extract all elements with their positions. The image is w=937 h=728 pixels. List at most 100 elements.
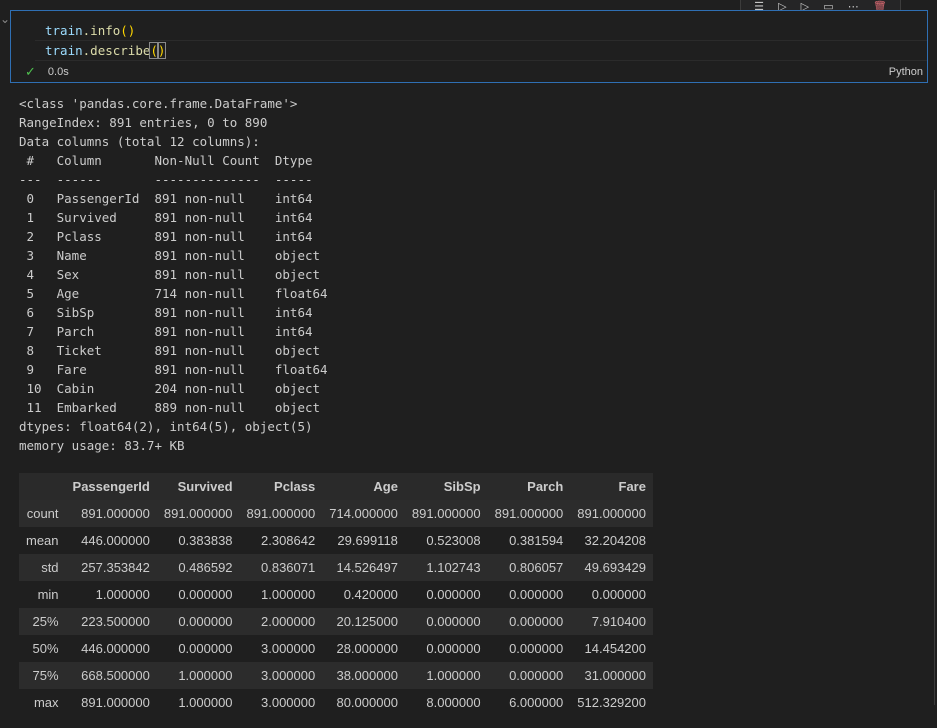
table-cell: 3.000000	[239, 662, 323, 689]
code-paren-open: (	[149, 42, 159, 59]
table-header-row: PassengerId Survived Pclass Age SibSp Pa…	[19, 473, 653, 500]
table-cell: 891.000000	[239, 500, 323, 527]
code-object: train	[45, 43, 83, 58]
code-parens: ()	[120, 23, 136, 38]
table-cell: 891.000000	[65, 500, 157, 527]
row-label: min	[19, 581, 66, 608]
column-header: Pclass	[239, 473, 323, 500]
code-line[interactable]: train.describe()	[35, 40, 927, 61]
table-cell: 0.000000	[487, 581, 571, 608]
table-row: mean 446.000000 0.383838 2.308642 29.699118 0…	[19, 527, 653, 554]
table-cell: 2.000000	[239, 608, 323, 635]
table-cell: 0.000000	[156, 608, 240, 635]
table-row: count 891.000000 891.000000 891.000000 714.0…	[19, 500, 653, 527]
code-line[interactable]: train.info()	[35, 21, 927, 40]
code-editor[interactable]: train.info() train.describe()	[35, 21, 927, 61]
code-paren-close: )	[156, 42, 167, 59]
code-cell[interactable]: train.info() train.describe() ✓ 0.0s Pyt…	[10, 10, 928, 83]
table-cell: 1.000000	[65, 581, 157, 608]
table-cell: 0.000000	[487, 635, 571, 662]
table-cell: 668.500000	[65, 662, 157, 689]
table-cell: 223.500000	[65, 608, 157, 635]
table-cell: 3.000000	[239, 635, 323, 662]
table-cell: 0.000000	[156, 635, 240, 662]
row-label: count	[19, 500, 66, 527]
table-cell: 0.000000	[404, 608, 488, 635]
table-cell: 1.000000	[156, 689, 240, 716]
table-cell: 0.000000	[487, 662, 571, 689]
table-cell: 3.000000	[239, 689, 323, 716]
column-header: Survived	[156, 473, 240, 500]
cell-status-bar: ✓ 0.0s Python	[25, 62, 923, 82]
table-cell: 0.000000	[487, 608, 571, 635]
table-cell: 0.420000	[322, 581, 405, 608]
table-cell: 80.000000	[322, 689, 405, 716]
table-cell: 446.000000	[65, 635, 157, 662]
code-function: .describe	[82, 43, 151, 58]
table-cell: 1.102743	[404, 554, 488, 581]
table-row: min 1.000000 0.000000 1.000000 0.420000 0.000…	[19, 581, 653, 608]
row-label: max	[19, 689, 66, 716]
table-cell: 0.381594	[487, 527, 571, 554]
table-cell: 1.000000	[156, 662, 240, 689]
table-cell: 0.523008	[404, 527, 488, 554]
table-cell: 891.000000	[570, 500, 653, 527]
table-cell: 29.699118	[322, 527, 405, 554]
column-header: Age	[322, 473, 405, 500]
table-cell: 7.910400	[570, 608, 653, 635]
table-cell: 891.000000	[65, 689, 157, 716]
table-row: 75% 668.500000 1.000000 3.000000 38.000000 1.…	[19, 662, 653, 689]
table-row: 25% 223.500000 0.000000 2.000000 20.125000 0.…	[19, 608, 653, 635]
table-cell: 31.000000	[570, 662, 653, 689]
table-cell: 38.000000	[322, 662, 405, 689]
language-label[interactable]: Python	[889, 66, 923, 78]
table-cell: 20.125000	[322, 608, 405, 635]
table-cell: 0.000000	[404, 635, 488, 662]
table-cell: 32.204208	[570, 527, 653, 554]
table-cell: 14.454200	[570, 635, 653, 662]
table-cell: 714.000000	[322, 500, 405, 527]
table-cell: 446.000000	[65, 527, 157, 554]
table-row: 50% 446.000000 0.000000 3.000000 28.000000 0.…	[19, 635, 653, 662]
table-cell: 0.486592	[156, 554, 240, 581]
table-cell: 0.000000	[404, 581, 488, 608]
table-cell: 891.000000	[487, 500, 571, 527]
row-label: 50%	[19, 635, 66, 662]
table-cell: 891.000000	[404, 500, 488, 527]
table-cell: 0.000000	[156, 581, 240, 608]
table-cell: 2.308642	[239, 527, 323, 554]
table-cell: 8.000000	[404, 689, 488, 716]
table-cell: 891.000000	[156, 500, 240, 527]
table-row: std 257.353842 0.486592 0.836071 14.526497 1.…	[19, 554, 653, 581]
collapse-chevron-icon[interactable]: ⌄	[0, 12, 10, 26]
execution-time: 0.0s	[47, 66, 69, 78]
table-cell: 1.000000	[239, 581, 323, 608]
row-label: 75%	[19, 662, 66, 689]
info-output: <class 'pandas.core.frame.DataFrame'> Ra…	[19, 96, 328, 453]
column-header: PassengerId	[65, 473, 157, 500]
code-function: .info	[82, 23, 121, 38]
table-cell: 257.353842	[65, 554, 157, 581]
table-cell: 6.000000	[487, 689, 571, 716]
row-label: 25%	[19, 608, 66, 635]
row-label: mean	[19, 527, 66, 554]
table-cell: 49.693429	[570, 554, 653, 581]
scrollbar-track[interactable]	[934, 190, 935, 705]
table-cell: 512.329200	[570, 689, 653, 716]
table-row: max 891.000000 1.000000 3.000000 80.000000 8.…	[19, 689, 653, 716]
table-cell: 14.526497	[322, 554, 405, 581]
table-cell: 0.000000	[570, 581, 653, 608]
table-cell: 1.000000	[404, 662, 488, 689]
column-header: Fare	[570, 473, 653, 500]
table-cell: 0.383838	[156, 527, 240, 554]
column-header	[19, 473, 66, 500]
code-object: train	[45, 23, 83, 38]
column-header: Parch	[487, 473, 571, 500]
check-icon: ✓	[25, 64, 36, 79]
describe-table: PassengerId Survived Pclass Age SibSp Pa…	[19, 473, 653, 716]
row-label: std	[19, 554, 66, 581]
table-cell: 0.836071	[239, 554, 323, 581]
table-cell: 0.806057	[487, 554, 571, 581]
column-header: SibSp	[404, 473, 488, 500]
table-cell: 28.000000	[322, 635, 405, 662]
